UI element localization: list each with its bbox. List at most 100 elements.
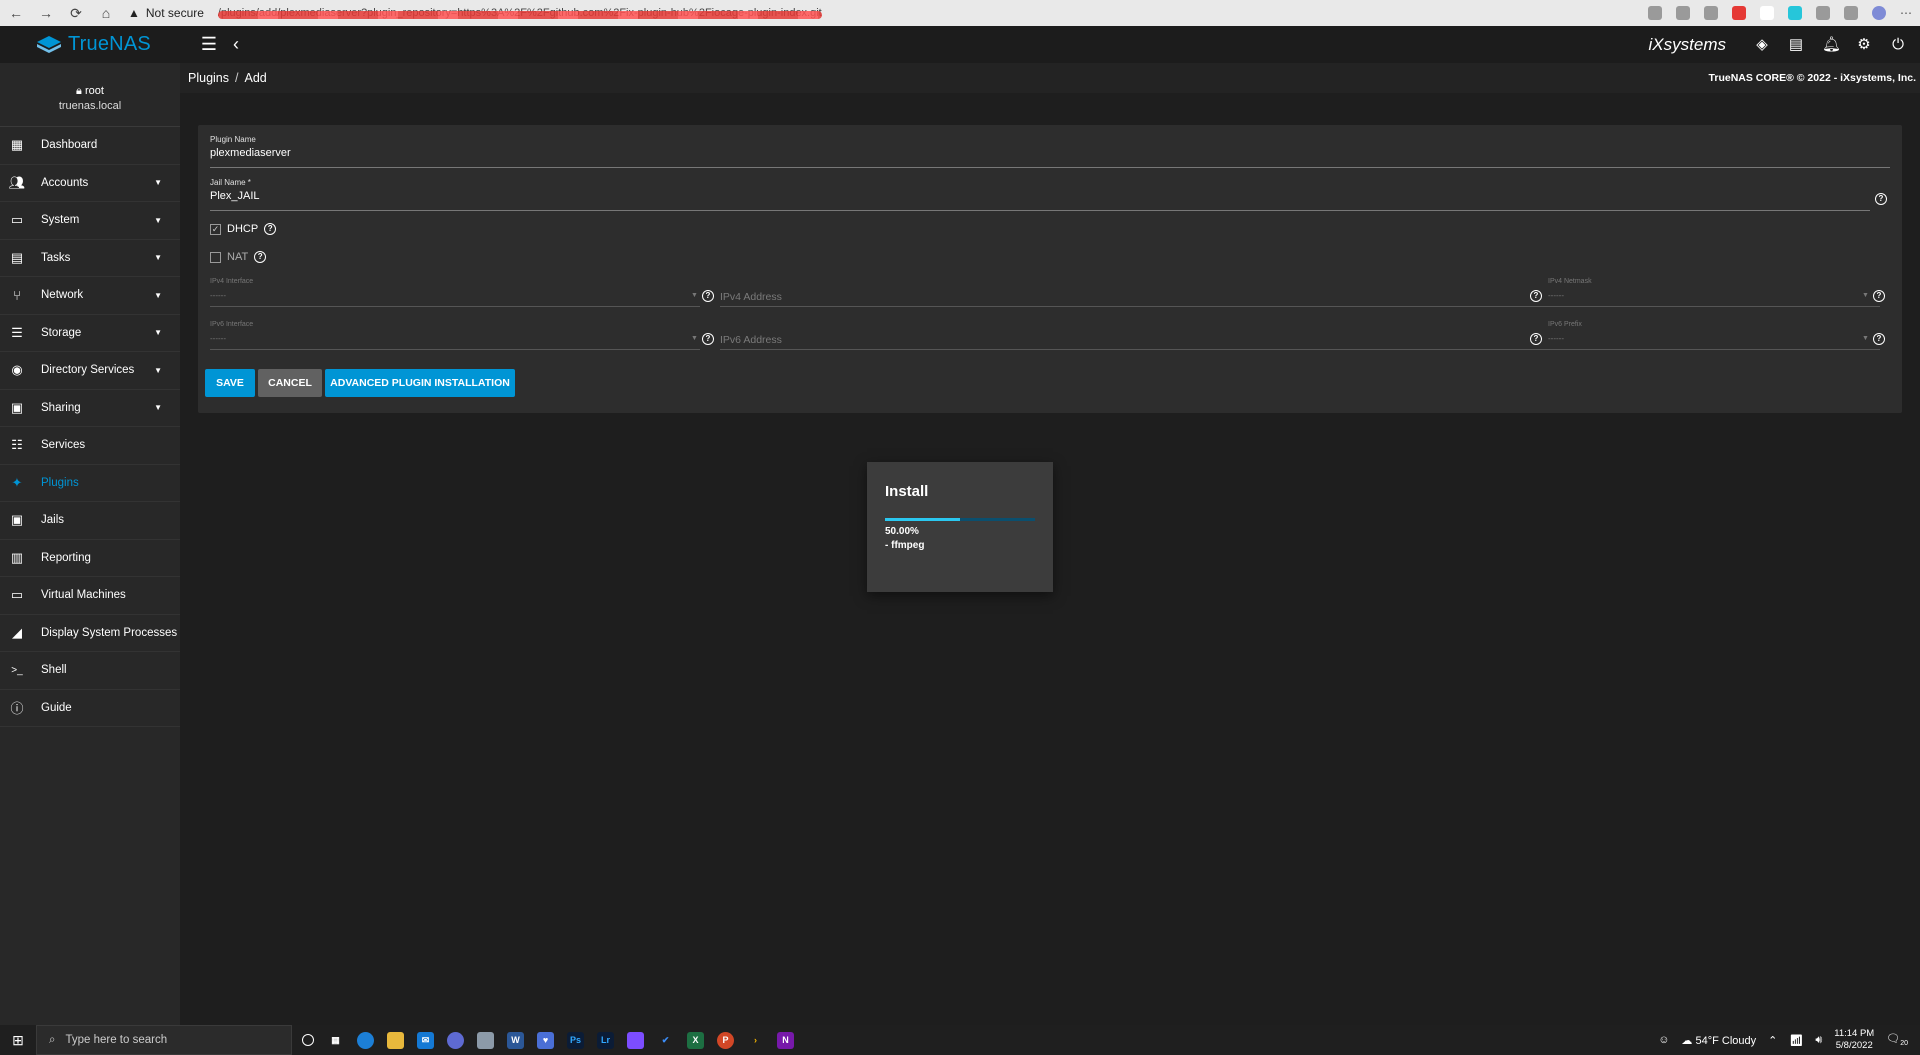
sidebar-item-plugins[interactable]: ✦ Plugins — [0, 465, 180, 502]
ipv4-netmask-select[interactable]: ------ — [1548, 291, 1564, 300]
read-aloud-icon[interactable] — [1648, 6, 1662, 20]
sidebar-item-tasks[interactable]: ▤ Tasks ▼ — [0, 240, 180, 277]
plugin-name-value[interactable]: plexmediaserver — [210, 147, 1890, 159]
dhcp-checkbox-box[interactable]: ✓ — [210, 223, 221, 235]
sidebar-item-storage[interactable]: ☰ Storage ▼ — [0, 315, 180, 352]
sidebar-item-directory-services[interactable]: ◉ Directory Services ▼ — [0, 352, 180, 390]
expand-arrow-icon[interactable]: ▼ — [154, 328, 162, 337]
expand-arrow-icon[interactable]: ▼ — [154, 366, 162, 375]
sidebar-item-system[interactable]: ▭ System ▼ — [0, 202, 180, 240]
expand-arrow-icon[interactable]: ▼ — [154, 216, 162, 225]
onenote-icon[interactable]: N — [777, 1031, 794, 1049]
extension-icon[interactable] — [1760, 6, 1774, 20]
power-icon[interactable]: ⏻ — [1890, 36, 1906, 53]
hamburger-menu-icon[interactable]: ☰ — [199, 34, 219, 55]
sidebar-item-sharing[interactable]: ▣ Sharing ▼ — [0, 390, 180, 427]
expand-arrow-icon[interactable]: ▼ — [154, 253, 162, 262]
todo-icon[interactable]: ✔ — [657, 1032, 674, 1049]
truenas-logo[interactable]: TrueNAS — [0, 33, 180, 56]
people-icon[interactable]: ☺ — [1658, 1034, 1669, 1046]
weather-widget[interactable]: ☁ 54°F Cloudy — [1681, 1034, 1756, 1047]
jail-name-input[interactable]: Plex_JAIL — [210, 190, 1870, 202]
ipv6-prefix-select[interactable]: ------ — [1548, 334, 1564, 343]
mail-icon[interactable]: ✉ — [417, 1031, 434, 1049]
sidebar-item-guide[interactable]: ⓘ Guide — [0, 690, 180, 727]
settings-gear-icon[interactable]: ⚙ — [1856, 36, 1872, 53]
ixsystems-logo[interactable]: iXsystems — [1649, 35, 1726, 55]
ipv4-address-help-icon[interactable]: ? — [1530, 290, 1542, 302]
sidebar-item-network[interactable]: ⑂ Network ▼ — [0, 277, 180, 315]
task-view-icon[interactable]: ▦ — [327, 1032, 344, 1049]
sidebar-item-shell[interactable]: >_ Shell — [0, 652, 180, 690]
extension-icon[interactable] — [1788, 6, 1802, 20]
sidebar-item-reporting[interactable]: ▥ Reporting — [0, 540, 180, 577]
sidebar-item-accounts[interactable]: 👥︎ Accounts ▼ — [0, 165, 180, 202]
save-button[interactable]: SAVE — [205, 369, 255, 397]
dhcp-checkbox[interactable]: ✓ DHCP ? — [210, 223, 277, 235]
browser-reload-icon[interactable]: ⟳ — [68, 5, 84, 22]
security-indicator[interactable]: ▲ Not secure — [128, 6, 204, 20]
address-bar[interactable]: /plugins/add/plexmediaserver?plugin_repo… — [217, 7, 822, 19]
ipv6-prefix-help-icon[interactable]: ? — [1873, 333, 1885, 345]
notifications-bell-icon[interactable]: 🔔︎ — [1822, 36, 1841, 53]
truecommand-icon[interactable]: ◈ — [1754, 36, 1770, 53]
volume-icon[interactable]: 🔊︎ — [1815, 1034, 1822, 1047]
excel-icon[interactable]: X — [687, 1031, 704, 1049]
profile-avatar-icon[interactable] — [1872, 6, 1886, 20]
cortana-icon[interactable] — [302, 1034, 314, 1046]
breadcrumb-plugins[interactable]: Plugins — [188, 71, 229, 85]
ipv6-interface-help-icon[interactable]: ? — [702, 333, 714, 345]
nat-help-icon[interactable]: ? — [254, 251, 267, 263]
favorites-bar-icon[interactable] — [1844, 6, 1858, 20]
browser-forward-icon[interactable]: → — [38, 5, 54, 21]
extension-icon[interactable] — [1704, 6, 1718, 20]
expand-arrow-icon[interactable]: ▼ — [154, 291, 162, 300]
sidebar-item-virtual-machines[interactable]: ▭ Virtual Machines — [0, 577, 180, 615]
ipv4-interface-select[interactable]: ------ — [210, 291, 226, 300]
ipv6-interface-select[interactable]: ------ — [210, 334, 226, 343]
collapse-sidebar-icon[interactable]: ‹ — [233, 34, 239, 55]
browser-back-icon[interactable]: ← — [8, 5, 24, 21]
windows-start-icon[interactable]: ⊞ — [0, 1032, 36, 1049]
edge-browser-icon[interactable] — [357, 1031, 374, 1049]
ipv6-address-input[interactable]: IPv6 Address — [720, 334, 782, 346]
nat-checkbox-box[interactable] — [210, 251, 221, 263]
app-icon[interactable]: ♥ — [537, 1031, 554, 1049]
sidebar-item-dashboard[interactable]: ▦ Dashboard — [0, 127, 180, 165]
taskbar-search[interactable]: ⌕ Type here to search — [36, 1025, 292, 1055]
app-icon[interactable] — [627, 1031, 644, 1049]
taskbar-clock[interactable]: 11:14 PM 5/8/2022 — [1834, 1028, 1874, 1052]
advanced-plugin-installation-button[interactable]: ADVANCED PLUGIN INSTALLATION — [325, 369, 515, 397]
collections-icon[interactable] — [1816, 6, 1830, 20]
notification-center-icon[interactable]: 🗨︎20 — [1886, 1032, 1908, 1047]
tray-overflow-chevron-icon[interactable]: ⌃ — [1768, 1034, 1777, 1047]
sidebar-item-services[interactable]: ☷ Services — [0, 427, 180, 465]
browser-menu-icon[interactable]: ⋯ — [1900, 6, 1912, 20]
ipv4-netmask-help-icon[interactable]: ? — [1873, 290, 1885, 302]
sidebar-item-display-system-processes[interactable]: ◢ Display System Processes — [0, 615, 180, 652]
cancel-button[interactable]: CANCEL — [258, 369, 322, 397]
browser-home-icon[interactable]: ⌂ — [98, 5, 114, 21]
sidebar-item-jails[interactable]: ▣ Jails — [0, 502, 180, 540]
app-icon[interactable] — [477, 1031, 494, 1049]
ipv4-interface-help-icon[interactable]: ? — [702, 290, 714, 302]
jail-name-help-icon[interactable]: ? — [1875, 193, 1887, 205]
expand-arrow-icon[interactable]: ▼ — [154, 403, 162, 412]
jail-name-field[interactable]: Jail Name * Plex_JAIL — [210, 178, 1870, 211]
powerpoint-icon[interactable]: P — [717, 1031, 734, 1049]
expand-arrow-icon[interactable]: ▼ — [154, 178, 162, 187]
chrome-icon[interactable] — [447, 1031, 464, 1049]
word-icon[interactable]: W — [507, 1031, 524, 1049]
nat-checkbox[interactable]: NAT ? — [210, 251, 267, 263]
photoshop-icon[interactable]: Ps — [567, 1031, 584, 1049]
network-icon[interactable]: 📶︎ — [1789, 1034, 1803, 1047]
lightroom-icon[interactable]: Lr — [597, 1031, 614, 1049]
dhcp-help-icon[interactable]: ? — [264, 223, 277, 235]
ipv6-address-help-icon[interactable]: ? — [1530, 333, 1542, 345]
file-explorer-icon[interactable] — [387, 1031, 404, 1049]
ipv4-address-input[interactable]: IPv4 Address — [720, 291, 782, 303]
plugin-name-field[interactable]: Plugin Name plexmediaserver — [210, 135, 1890, 168]
favorite-icon[interactable] — [1676, 6, 1690, 20]
task-manager-icon[interactable]: ▤ — [1788, 36, 1804, 53]
app-icon[interactable]: › — [747, 1032, 764, 1049]
